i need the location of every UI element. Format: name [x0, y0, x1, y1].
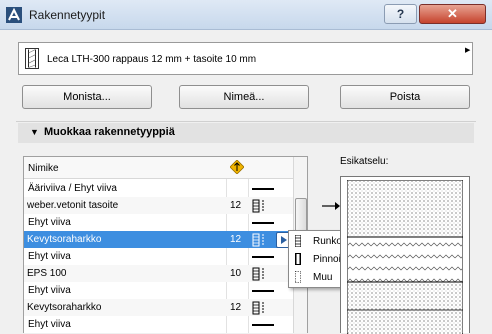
other-fill-icon — [295, 271, 301, 283]
menu-item-label: Runko — [313, 236, 342, 247]
table-row[interactable]: Ehyt viiva — [24, 214, 293, 231]
arrow-right-icon — [281, 236, 287, 244]
divider — [16, 121, 476, 122]
row-name: Kevytsoraharkko — [27, 302, 102, 313]
line-type-icon[interactable] — [252, 188, 274, 190]
row-thickness[interactable]: 12 — [230, 200, 241, 211]
preview-label: Esikatselu: — [340, 156, 389, 167]
row-name: Kevytsoraharkko — [27, 234, 102, 245]
table-row[interactable]: weber.vetonit tasoite 12 — [24, 197, 293, 214]
preview-drawing — [347, 180, 463, 334]
fill-type-icon[interactable] — [252, 267, 274, 281]
row-name: Ehyt viiva — [28, 319, 71, 330]
row-name: Ääriviiva / Ehyt viiva — [28, 183, 117, 194]
composite-type-name: Leca LTH-300 rappaus 12 mm + tasoite 10 … — [47, 54, 257, 65]
fill-type-icon[interactable] — [252, 199, 274, 213]
table-row[interactable]: Ehyt viiva — [24, 248, 293, 265]
row-name: EPS 100 — [27, 268, 67, 279]
finish-fill-icon — [295, 253, 301, 265]
delete-button[interactable]: Poista — [340, 85, 470, 109]
help-button[interactable]: ? — [384, 4, 417, 24]
composite-type-selector[interactable]: Leca LTH-300 rappaus 12 mm + tasoite 10 … — [18, 42, 473, 75]
duplicate-button[interactable]: Monista... — [22, 85, 152, 109]
table-row[interactable]: EPS 100 10 — [24, 265, 293, 282]
line-type-icon[interactable] — [252, 256, 274, 258]
menu-item-label: Muu — [313, 272, 333, 283]
priority-icon[interactable] — [230, 160, 244, 174]
expand-arrow-icon[interactable]: ▶ — [465, 46, 470, 54]
line-type-icon[interactable] — [252, 290, 274, 292]
row-thickness[interactable]: 10 — [230, 268, 241, 279]
line-type-icon[interactable] — [252, 222, 274, 224]
outside-arrow-icon — [322, 202, 340, 210]
table-row[interactable]: Kevytsoraharkko 12 — [24, 231, 293, 248]
table-row[interactable]: Ääriviiva / Ehyt viiva — [24, 180, 293, 197]
close-button[interactable]: ✕ — [419, 4, 486, 24]
edit-section-header[interactable]: ▼ Muokkaa rakennetyyppiä — [18, 123, 474, 143]
fill-type-icon[interactable] — [252, 301, 274, 315]
skin-table: Nimike Ääriviiva / Ehyt viiva weber.veton… — [23, 156, 308, 333]
archicad-app-icon — [6, 7, 22, 23]
rename-button[interactable]: Nimeä... — [179, 85, 309, 109]
row-name: weber.vetonit tasoite — [27, 200, 119, 211]
row-name: Ehyt viiva — [28, 285, 71, 296]
table-row[interactable]: Kevytsoraharkko 12 — [24, 299, 293, 316]
section-title: Muokkaa rakennetyyppiä — [44, 126, 175, 138]
window-title: Rakennetyypit — [29, 8, 106, 22]
composite-swatch-icon — [25, 48, 39, 69]
table-header: Nimike — [24, 157, 293, 179]
fill-type-icon[interactable] — [252, 233, 274, 247]
column-header-name[interactable]: Nimike — [28, 163, 59, 174]
table-row[interactable]: Ehyt viiva — [24, 316, 293, 333]
line-type-icon[interactable] — [252, 324, 274, 326]
row-name: Ehyt viiva — [28, 217, 71, 228]
preview-panel — [340, 176, 470, 334]
row-thickness[interactable]: 12 — [230, 302, 241, 313]
row-name: Ehyt viiva — [28, 251, 71, 262]
table-row[interactable]: Ehyt viiva — [24, 282, 293, 299]
collapse-arrow-icon[interactable]: ▼ — [30, 127, 39, 137]
row-thickness[interactable]: 12 — [230, 234, 241, 245]
core-fill-icon — [295, 235, 301, 247]
title-bar: Rakennetyypit ? ✕ — [0, 0, 492, 30]
